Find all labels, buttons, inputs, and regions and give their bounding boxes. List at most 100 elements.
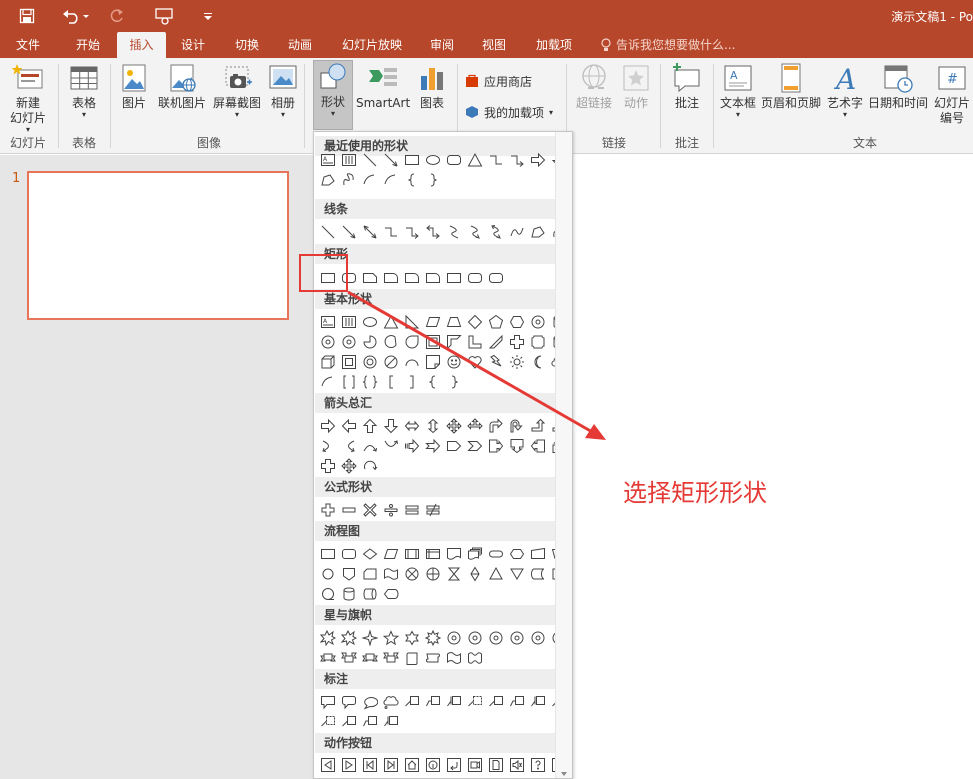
tab-review[interactable]: 审阅 — [420, 32, 464, 58]
shape-dbrc[interactable] — [360, 372, 380, 392]
shape-seqacc[interactable] — [318, 584, 338, 604]
shape-txt[interactable]: A — [318, 150, 338, 170]
shape-freeform[interactable] — [528, 222, 548, 242]
shape-txt[interactable]: A — [318, 312, 338, 332]
datetime-button[interactable]: 日期和时间 — [866, 62, 930, 111]
shape-sort[interactable] — [465, 564, 485, 584]
shapes-button[interactable]: 形状 ▾ — [313, 60, 353, 130]
shape-elbowA[interactable] — [402, 222, 422, 242]
shape-direct[interactable] — [360, 584, 380, 604]
shape-donut[interactable] — [360, 352, 380, 372]
shape-circArr[interactable] — [360, 456, 380, 476]
shape-dia[interactable] — [465, 312, 485, 332]
tab-design[interactable]: 设计 — [171, 32, 215, 58]
shape-line[interactable] — [360, 150, 380, 170]
shape-punched[interactable] — [381, 564, 401, 584]
slide-editing-area[interactable] — [573, 155, 973, 779]
shape-elbowDA[interactable] — [423, 222, 443, 242]
shape-num[interactable] — [465, 628, 485, 648]
shape-actDoc[interactable] — [486, 755, 506, 775]
shape-num[interactable] — [507, 628, 527, 648]
shape-curve[interactable] — [444, 222, 464, 242]
tab-slideshow[interactable]: 幻灯片放映 — [332, 32, 412, 58]
photo-album-button[interactable]: 相册 ▾ — [266, 62, 300, 119]
shape-curveDA[interactable] — [486, 222, 506, 242]
shape-num[interactable] — [444, 628, 464, 648]
shape-calL[interactable] — [528, 436, 548, 456]
shape-callLine[interactable] — [402, 692, 422, 712]
shape-manual[interactable] — [528, 544, 548, 564]
shape-mult[interactable] — [360, 500, 380, 520]
shape-callLine2[interactable] — [507, 692, 527, 712]
shape-scurve[interactable] — [507, 222, 527, 242]
shape-nequal[interactable] — [423, 500, 443, 520]
shape-round1[interactable] — [402, 268, 422, 288]
shape-fold[interactable] — [423, 352, 443, 372]
shape-stored[interactable] — [528, 564, 548, 584]
tab-insert[interactable]: 插入 — [117, 32, 166, 58]
textbox-button[interactable]: A 文本框 ▾ — [717, 62, 759, 119]
shape-actSound[interactable] — [507, 755, 527, 775]
shape-scrollH[interactable] — [423, 648, 443, 668]
shape-callOval[interactable] — [360, 692, 380, 712]
tab-addins[interactable]: 加载项 — [526, 32, 582, 58]
shape-dbrk[interactable] — [339, 372, 359, 392]
new-slide-button[interactable]: 新建 幻灯片 ▾ — [3, 62, 53, 134]
shape-lUp[interactable] — [528, 416, 548, 436]
shape-round1[interactable] — [381, 268, 401, 288]
shape-callCloud[interactable] — [381, 692, 401, 712]
shape-lbrk[interactable] — [381, 372, 401, 392]
shape-callLine[interactable] — [339, 712, 359, 732]
shape-callBorder[interactable] — [318, 712, 338, 732]
shape-arR[interactable] — [528, 150, 548, 170]
shape-calR[interactable] — [486, 436, 506, 456]
shape-actMovie[interactable] — [465, 755, 485, 775]
undo-icon[interactable] — [58, 5, 94, 27]
shape-arcL[interactable] — [381, 170, 401, 190]
shape-star5[interactable] — [381, 628, 401, 648]
shape-dwave[interactable] — [465, 648, 485, 668]
shape-extract[interactable] — [486, 564, 506, 584]
touch-mode-icon[interactable] — [152, 5, 178, 27]
shape-elbowA[interactable] — [507, 150, 527, 170]
shape-para[interactable] — [423, 312, 443, 332]
shape-chevron[interactable] — [465, 436, 485, 456]
shape-prep[interactable] — [507, 544, 527, 564]
shape-vtxt[interactable] — [339, 312, 359, 332]
shape-equal[interactable] — [402, 500, 422, 520]
shape-actBack[interactable] — [318, 755, 338, 775]
shape-darrowline[interactable] — [360, 222, 380, 242]
shape-actHome[interactable] — [402, 755, 422, 775]
shape-actFwd[interactable] — [339, 755, 359, 775]
tab-home[interactable]: 开始 — [64, 32, 112, 58]
shape-elbow[interactable] — [486, 150, 506, 170]
shape-explosion[interactable] — [318, 628, 338, 648]
my-addins-button[interactable]: 我的加载项 ▾ — [465, 101, 553, 123]
shape-display[interactable] — [381, 584, 401, 604]
shape-ar3[interactable] — [465, 416, 485, 436]
shape-arc[interactable] — [402, 352, 422, 372]
shape-curveU[interactable] — [360, 436, 380, 456]
slide-number-button[interactable]: # 幻灯片 编号 — [931, 62, 973, 126]
shape-minus[interactable] — [339, 500, 359, 520]
shape-rbrc[interactable] — [423, 170, 443, 190]
shape-callLine3[interactable] — [528, 692, 548, 712]
shape-lbrc[interactable] — [423, 372, 443, 392]
save-icon[interactable] — [14, 5, 40, 27]
shape-num[interactable] — [528, 312, 548, 332]
tell-me-search[interactable]: 告诉我您想要做什么... — [600, 32, 735, 58]
comment-button[interactable]: 批注 — [666, 62, 708, 111]
slide-thumbnail[interactable] — [27, 171, 289, 320]
shape-bolt[interactable] — [486, 352, 506, 372]
shape-hex[interactable] — [507, 312, 527, 332]
shape-sumj[interactable] — [402, 564, 422, 584]
shape-freeform[interactable] — [318, 170, 338, 190]
shape-striped[interactable] — [402, 436, 422, 456]
tab-transitions[interactable]: 切换 — [225, 32, 269, 58]
shape-curveR[interactable] — [318, 436, 338, 456]
shape-scrollV[interactable] — [402, 648, 422, 668]
shape-sun[interactable] — [507, 352, 527, 372]
shape-callRR[interactable] — [339, 692, 359, 712]
shape-actReturn[interactable] — [444, 755, 464, 775]
shape-curveA[interactable] — [465, 222, 485, 242]
